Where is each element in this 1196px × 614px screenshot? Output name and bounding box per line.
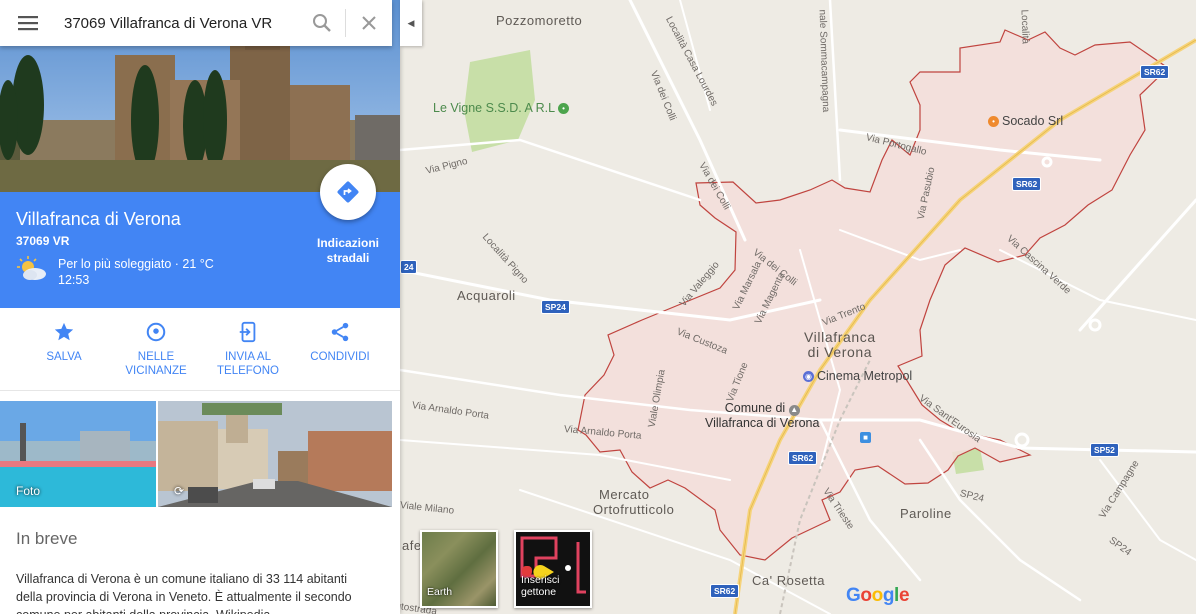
shield-sp24: SP24	[541, 300, 570, 314]
street-localita-top: Località	[1018, 9, 1031, 45]
shield-sr62-d: SR62	[710, 584, 740, 598]
nearby-label: NELLE VICINANZE	[125, 351, 187, 377]
collapse-panel-button[interactable]: ◀	[400, 0, 422, 46]
poi-cinema[interactable]: ◉ Cinema Metropol	[803, 369, 912, 383]
photo-strip: Foto ⟳	[0, 401, 400, 507]
pacman-label-1: Inserisci	[521, 574, 560, 586]
chevron-left-icon: ◀	[407, 17, 415, 28]
brief-title: In breve	[16, 529, 78, 548]
map-label-paroline: Paroline	[900, 506, 952, 521]
brief-text: Villafranca di Verona è un comune italia…	[16, 572, 352, 614]
map-canvas[interactable]: Pozzomoretto Acquaroli Mercato Ortofrutt…	[400, 0, 1196, 614]
comune-line-2: Villafranca di Verona	[705, 415, 820, 430]
send-to-phone-icon	[239, 321, 256, 343]
shield-sr62-b: SR62	[1012, 177, 1042, 191]
directions-label-1: Indicazioni	[316, 236, 379, 250]
save-button[interactable]: SALVA	[18, 308, 110, 390]
shield-sr62-c: SR62	[788, 451, 818, 465]
streetview-icon: ⟳	[174, 484, 185, 498]
sport-icon: •	[558, 102, 570, 114]
pacman-label-2: gettone	[521, 586, 557, 598]
divider	[0, 390, 400, 391]
earth-view-tile[interactable]: Earth	[420, 530, 498, 608]
place-title: Villafranca di Verona	[16, 209, 181, 229]
map-label-afe: afe	[402, 538, 422, 553]
partly-sunny-icon	[17, 256, 46, 280]
menu-icon[interactable]	[0, 0, 56, 46]
send-to-phone-button[interactable]: INVIA AL TELEFONO	[202, 308, 294, 390]
pacman-tile[interactable]: Inserisci gettone	[514, 530, 592, 608]
action-bar: SALVA NELLE VICINANZE INVIA AL TELEFONO CO…	[0, 308, 400, 390]
map-label-town: Villafranca di Verona	[804, 330, 876, 360]
place-postcode: 37069 VR	[16, 234, 70, 248]
town-name-1: Villafranca	[804, 329, 876, 345]
share-icon	[331, 322, 349, 342]
map-label-mercato-2: Ortofrutticolo	[593, 502, 675, 517]
cinema-icon: ◉	[803, 370, 814, 382]
photo-label: Foto	[16, 484, 41, 498]
search-icon[interactable]	[299, 0, 345, 46]
photo-pool[interactable]: Foto	[0, 401, 156, 507]
map-base-layer	[400, 0, 1196, 614]
directions-label-2: stradali	[326, 251, 370, 265]
poi-le-vigne[interactable]: Le Vigne S.S.D. A R.L •	[433, 101, 570, 115]
shield-sp52: SP52	[1090, 443, 1119, 457]
directions-button[interactable]	[320, 164, 376, 220]
close-icon[interactable]	[346, 0, 392, 46]
save-label: SALVA	[46, 351, 82, 363]
weather-line-1: Per lo più soleggiato · 21 °C	[58, 257, 214, 271]
map-label-comune[interactable]: Comune di ▲ Villafranca di Verona	[705, 401, 819, 430]
earth-tile-label: Earth	[427, 586, 453, 598]
place-panel: Villafranca di Verona 37069 VR Per lo pi…	[0, 0, 400, 614]
transit-icon[interactable]: ■	[860, 427, 871, 445]
map-label-pozzomoretto: Pozzomoretto	[496, 13, 583, 28]
town-hall-icon: ▲	[788, 404, 800, 416]
star-icon	[54, 322, 74, 341]
map-label-mercato-1: Mercato	[599, 487, 650, 502]
weather-line-2: 12:53	[58, 273, 90, 287]
nearby-button[interactable]: NELLE VICINANZE	[110, 308, 202, 390]
town-name-2: di Verona	[807, 344, 873, 360]
poi-cinema-label: Cinema Metropol	[817, 369, 913, 383]
map-label-carosetta: Ca' Rosetta	[752, 573, 826, 588]
nearby-pin-icon	[146, 322, 166, 342]
send-to-phone-label: INVIA AL TELEFONO	[217, 351, 279, 377]
share-button[interactable]: CONDIVIDI	[294, 308, 386, 390]
poi-socado[interactable]: • Socado Srl	[988, 114, 1063, 128]
shield-24: 24	[400, 260, 418, 274]
directions-label[interactable]: Indicazioni stradali	[304, 236, 392, 266]
shield-sr62-a: SR62	[1140, 65, 1170, 79]
search-input[interactable]	[56, 14, 299, 32]
restaurant-icon: •	[988, 115, 999, 127]
share-label: CONDIVIDI	[310, 351, 370, 363]
poi-le-vigne-label: Le Vigne S.S.D. A R.L	[433, 101, 556, 115]
photo-streetview[interactable]: ⟳	[158, 401, 392, 507]
google-logo: Google	[846, 585, 910, 606]
pacman-tile-label: Inserisci gettone	[521, 574, 560, 598]
weather-info: Per lo più soleggiato · 21 °C 12:53	[16, 256, 214, 288]
place-header: Villafranca di Verona 37069 VR Per lo pi…	[0, 164, 400, 308]
map-label-acquaroli: Acquaroli	[457, 288, 516, 303]
hero-photo[interactable]	[0, 0, 400, 192]
directions-icon	[337, 181, 359, 203]
search-box	[0, 0, 392, 46]
poi-socado-label: Socado Srl	[1002, 114, 1064, 128]
